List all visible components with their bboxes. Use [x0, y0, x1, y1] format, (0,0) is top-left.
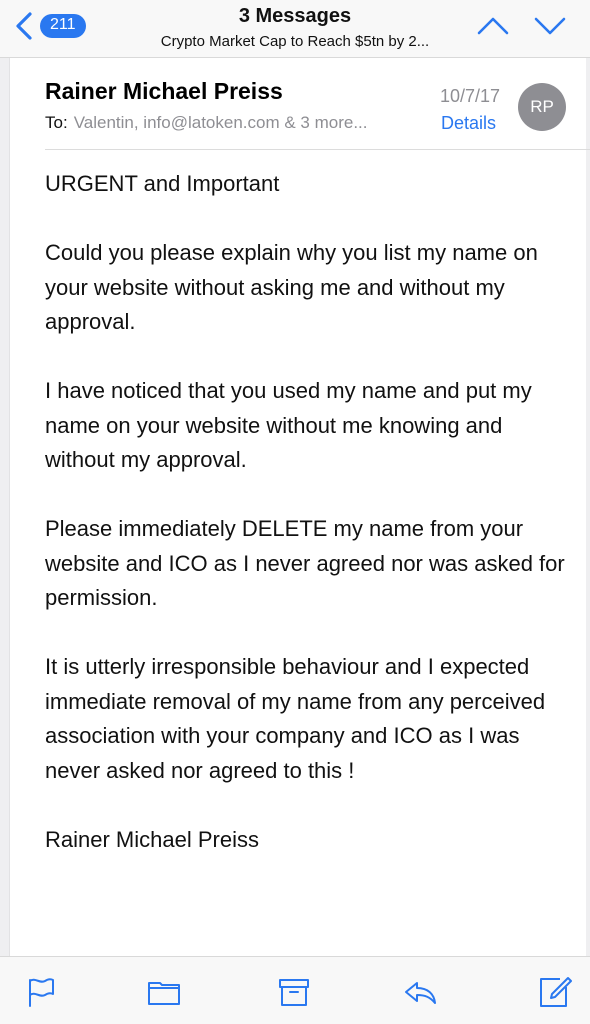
body-paragraph: Could you please explain why you list my… [45, 240, 538, 334]
recipients-row: To: Valentin, info@latoken.com & 3 more..… [45, 113, 368, 133]
flag-button[interactable] [24, 975, 58, 1009]
message-body: URGENT and Important Could you please ex… [45, 167, 565, 892]
body-paragraph: Please immediately DELETE my name from y… [45, 516, 565, 610]
next-message-button[interactable] [533, 14, 567, 38]
card-edge [586, 58, 590, 956]
recipients-list[interactable]: Valentin, info@latoken.com & 3 more... [74, 113, 368, 132]
signature: Rainer Michael Preiss [45, 826, 259, 852]
sender-name[interactable]: Rainer Michael Preiss [45, 78, 283, 105]
avatar[interactable]: RP [518, 83, 566, 131]
compose-icon [540, 977, 572, 1007]
previous-message-button[interactable] [476, 14, 510, 38]
archive-button[interactable] [277, 975, 311, 1009]
to-label: To: [45, 113, 68, 132]
bottom-toolbar [0, 956, 590, 1024]
nav-header: 211 3 Messages Crypto Market Cap to Reac… [0, 0, 590, 58]
reply-button[interactable] [403, 975, 437, 1009]
move-to-folder-button[interactable] [147, 975, 181, 1009]
body-paragraph: URGENT and Important [45, 171, 280, 196]
message-date: 10/7/17 [440, 86, 501, 106]
reply-icon [405, 982, 436, 1004]
body-paragraph: It is utterly irresponsible behaviour an… [45, 654, 546, 783]
folder-icon [148, 982, 180, 1005]
card-edge [0, 58, 10, 956]
flag-icon [29, 978, 54, 1007]
divider [45, 149, 590, 150]
details-link[interactable]: Details [441, 113, 496, 134]
archive-icon [279, 979, 309, 1006]
body-paragraph: I have noticed that you used my name and… [45, 378, 532, 472]
compose-button[interactable] [538, 975, 572, 1009]
